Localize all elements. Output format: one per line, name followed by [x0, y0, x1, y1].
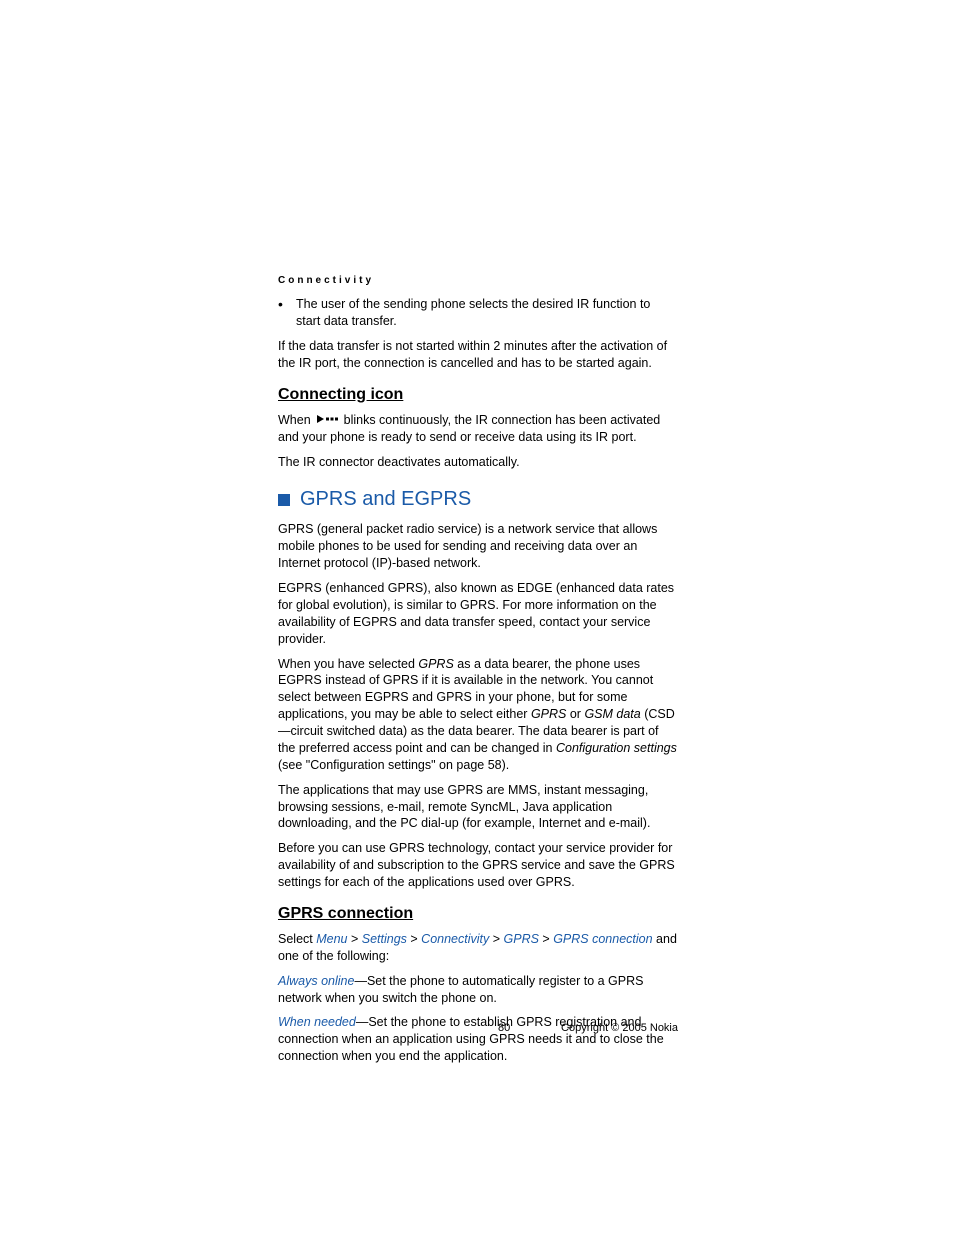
- text: >: [407, 932, 421, 946]
- text: >: [539, 932, 553, 946]
- text: >: [348, 932, 362, 946]
- heading-gprs-egprs: GPRS and EGPRS: [278, 488, 678, 511]
- bullet-icon: •: [278, 296, 296, 330]
- ir-indicator-icon: [316, 412, 338, 429]
- body-paragraph: When blinks continuously, the IR connect…: [278, 412, 678, 446]
- menu-path-gprs: GPRS: [504, 932, 539, 946]
- heading-text: GPRS and EGPRS: [300, 488, 471, 511]
- page-content: Connectivity • The user of the sending p…: [278, 275, 678, 1073]
- body-paragraph: The IR connector deactivates automatical…: [278, 454, 678, 471]
- menu-path-menu: Menu: [316, 932, 347, 946]
- body-paragraph: If the data transfer is not started with…: [278, 338, 678, 372]
- text: or: [566, 707, 584, 721]
- body-paragraph: The applications that may use GPRS are M…: [278, 782, 678, 833]
- copyright: Copyright © 2005 Nokia: [561, 1022, 678, 1034]
- menu-path-gprs-connection: GPRS connection: [553, 932, 652, 946]
- body-paragraph: Before you can use GPRS technology, cont…: [278, 840, 678, 891]
- body-paragraph: GPRS (general packet radio service) is a…: [278, 521, 678, 572]
- text: When: [278, 413, 314, 427]
- page-number: 80: [498, 1022, 510, 1034]
- menu-path-settings: Settings: [362, 932, 407, 946]
- term-gprs: GPRS: [418, 657, 453, 671]
- heading-gprs-connection: GPRS connection: [278, 905, 678, 923]
- term-gprs: GPRS: [531, 707, 566, 721]
- text: >: [489, 932, 503, 946]
- option-label: When needed: [278, 1015, 356, 1029]
- running-head: Connectivity: [278, 275, 678, 286]
- bullet-item: • The user of the sending phone selects …: [278, 296, 678, 330]
- body-paragraph: Select Menu > Settings > Connectivity > …: [278, 931, 678, 965]
- heading-connecting-icon: Connecting icon: [278, 386, 678, 404]
- menu-path-connectivity: Connectivity: [421, 932, 489, 946]
- text: Select: [278, 932, 316, 946]
- body-paragraph: EGPRS (enhanced GPRS), also known as EDG…: [278, 580, 678, 648]
- term-gsm-data: GSM data: [584, 707, 640, 721]
- body-paragraph: When you have selected GPRS as a data be…: [278, 656, 678, 774]
- term-configuration-settings: Configuration settings: [556, 741, 677, 755]
- option-label: Always online: [278, 974, 354, 988]
- bullet-text: The user of the sending phone selects th…: [296, 296, 678, 330]
- square-bullet-icon: [278, 494, 290, 506]
- text: (see "Configuration settings" on page 58…: [278, 758, 509, 772]
- option-always-online: Always online—Set the phone to automatic…: [278, 973, 678, 1007]
- text: When you have selected: [278, 657, 418, 671]
